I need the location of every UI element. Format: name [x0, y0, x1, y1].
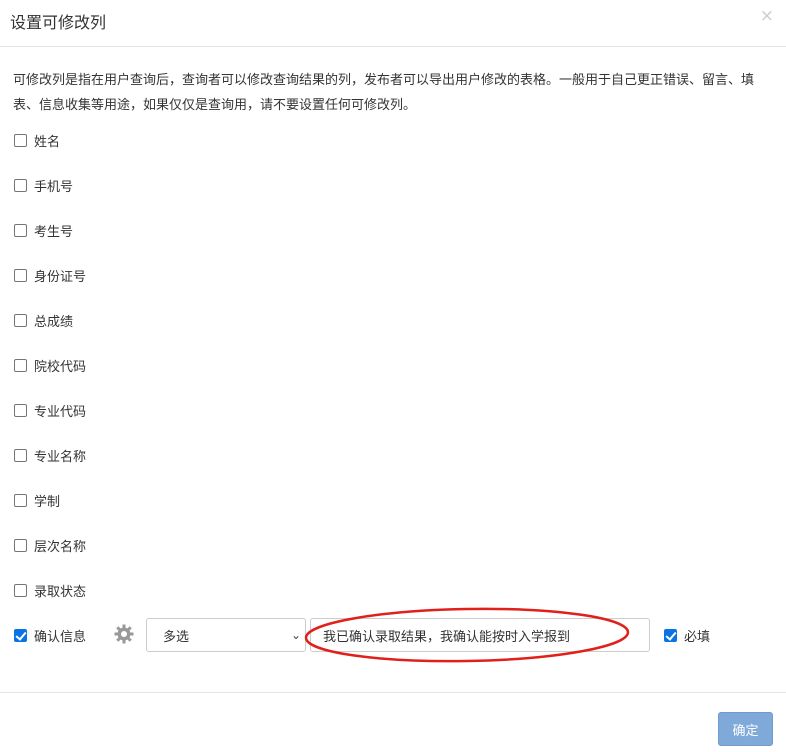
option-text-input[interactable]: 我已确认录取结果，我确认能按时入学报到	[310, 618, 650, 652]
required-checkbox-row[interactable]: 必填	[664, 626, 710, 645]
column-option[interactable]: 考生号	[14, 220, 73, 240]
column-option[interactable]: 院校代码	[14, 355, 86, 375]
column-label: 层次名称	[34, 539, 87, 555]
close-button[interactable]: ×	[760, 6, 774, 26]
column-checkbox[interactable]	[14, 403, 27, 417]
column-option[interactable]: 专业名称	[14, 445, 86, 465]
required-label: 必填	[684, 630, 711, 645]
column-checkbox[interactable]	[14, 448, 27, 462]
column-label: 专业代码	[34, 404, 87, 420]
column-checkbox[interactable]	[14, 493, 27, 507]
column-checkbox[interactable]	[14, 358, 27, 372]
dialog-header: 设置可修改列 ×	[0, 0, 786, 47]
chevron-down-icon: ⌄	[290, 628, 301, 642]
column-label: 确认信息	[34, 629, 87, 645]
column-label: 姓名	[34, 134, 61, 150]
column-option[interactable]: 总成绩	[14, 310, 73, 330]
column-label: 身份证号	[34, 269, 87, 285]
column-checkbox[interactable]	[14, 223, 27, 237]
column-option[interactable]: 手机号	[14, 175, 73, 195]
column-label: 考生号	[34, 224, 74, 240]
column-checkbox[interactable]	[14, 538, 27, 552]
required-checkbox[interactable]	[664, 629, 677, 642]
type-select-value: 多选	[163, 629, 190, 645]
column-label: 手机号	[34, 179, 74, 195]
confirm-button[interactable]: 确定	[718, 712, 773, 746]
column-option[interactable]: 确认信息	[14, 625, 86, 645]
column-label: 专业名称	[34, 449, 87, 465]
column-option[interactable]: 录取状态	[14, 580, 86, 600]
column-label: 学制	[34, 494, 61, 510]
column-option[interactable]: 姓名	[14, 130, 60, 150]
column-checkbox[interactable]	[14, 313, 27, 327]
column-label: 院校代码	[34, 359, 87, 375]
column-checkbox[interactable]	[14, 268, 27, 282]
column-checkbox[interactable]	[14, 628, 27, 642]
column-option[interactable]: 专业代码	[14, 400, 86, 420]
dialog-footer	[0, 692, 786, 693]
type-select[interactable]: 多选 ⌄	[146, 618, 306, 652]
column-label: 录取状态	[34, 584, 87, 600]
column-checkbox[interactable]	[14, 178, 27, 192]
gear-icon[interactable]	[114, 624, 134, 644]
column-option[interactable]: 层次名称	[14, 535, 86, 555]
dialog-title: 设置可修改列	[10, 13, 107, 32]
column-option[interactable]: 身份证号	[14, 265, 86, 285]
column-label: 总成绩	[34, 314, 74, 330]
column-checkbox[interactable]	[14, 133, 27, 147]
description-text: 可修改列是指在用户查询后，查询者可以修改查询结果的列，发布者可以导出用户修改的表…	[13, 73, 755, 113]
column-option[interactable]: 学制	[14, 490, 60, 510]
column-checkbox[interactable]	[14, 583, 27, 597]
